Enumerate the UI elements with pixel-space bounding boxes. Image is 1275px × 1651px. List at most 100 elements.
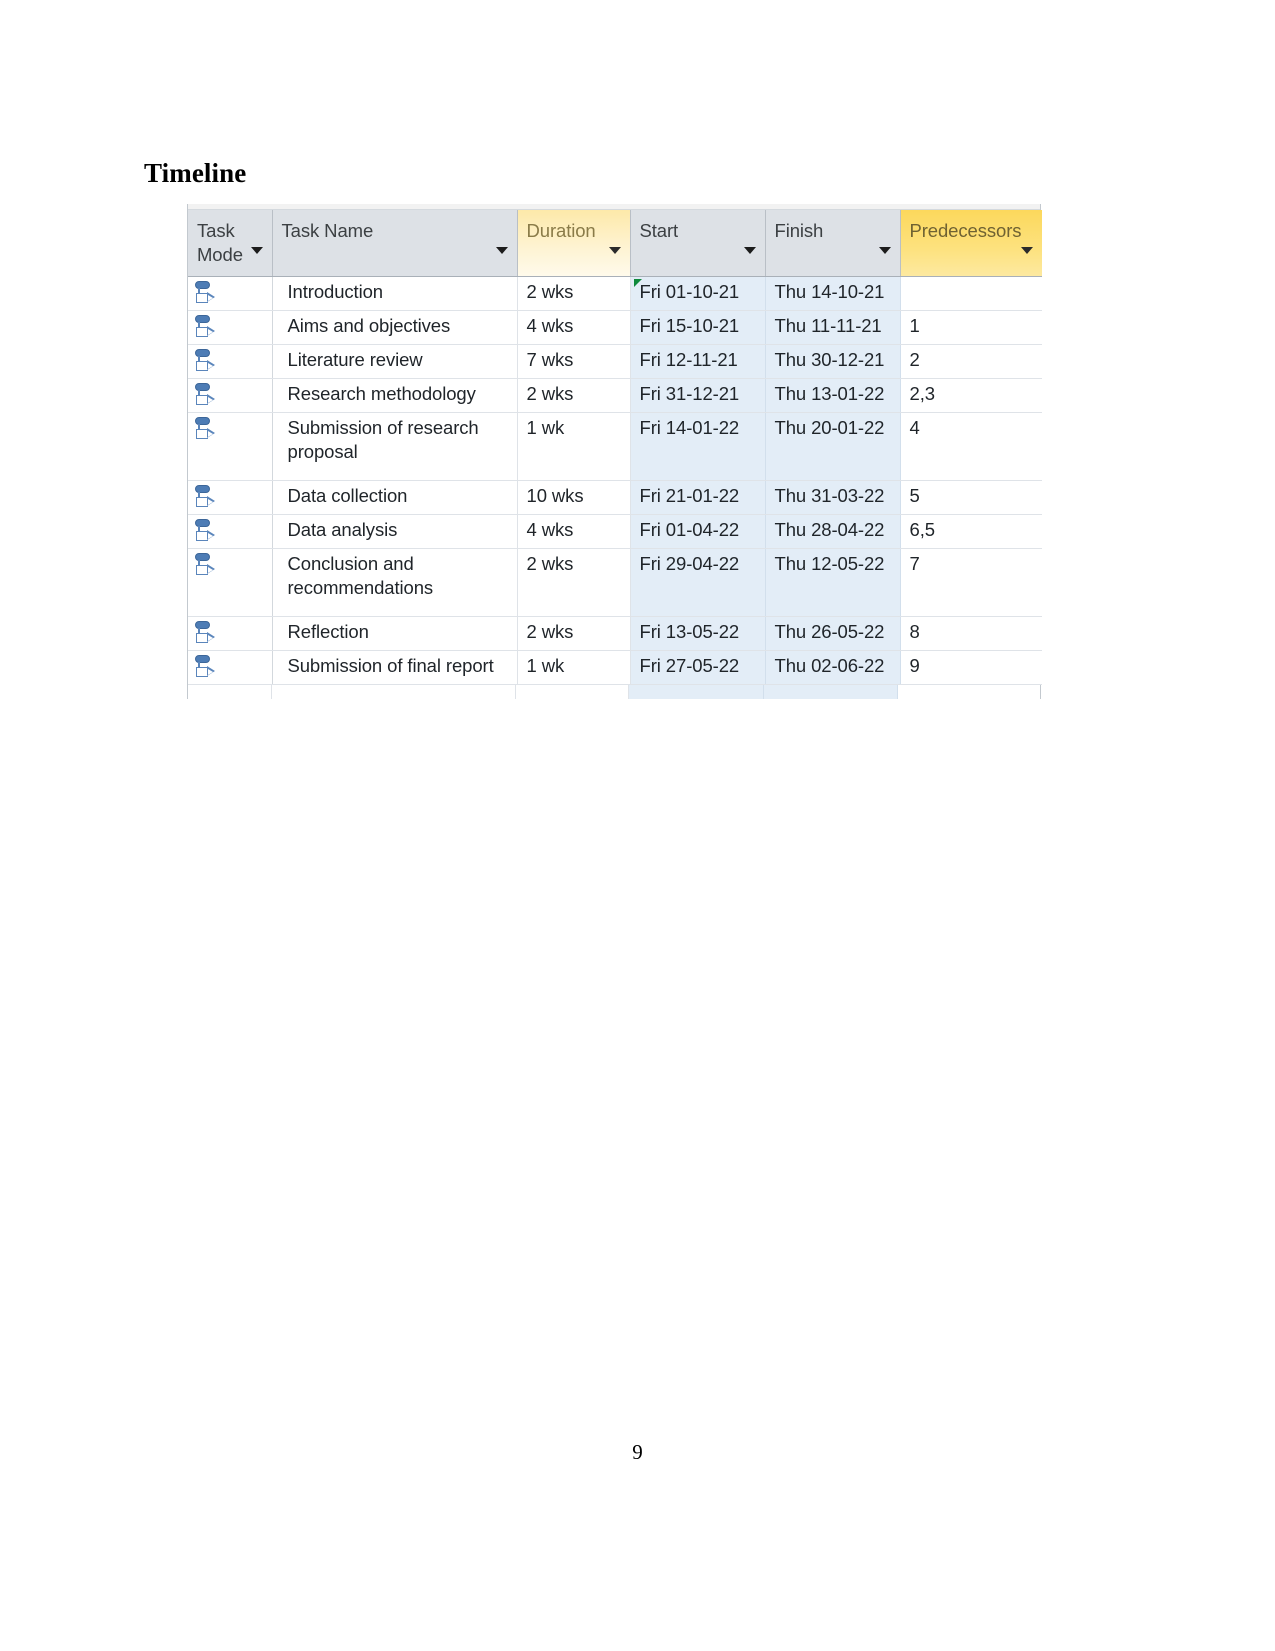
cell-finish[interactable]: Thu 13-01-22	[765, 378, 901, 413]
cell-task-mode[interactable]	[188, 276, 273, 311]
cell-duration[interactable]: 7 wks	[517, 344, 631, 379]
cell-finish[interactable]: Thu 12-05-22	[765, 548, 901, 617]
filter-dropdown-icon[interactable]	[743, 246, 756, 254]
cell-start-text: Fri 14-01-22	[639, 416, 740, 438]
table-row[interactable]: Conclusion and recommendations 2 wks Fri 2…	[188, 548, 1042, 617]
cell-finish[interactable]: Thu 30-12-21	[765, 344, 901, 379]
cell-start[interactable]: Fri 29-04-22	[630, 548, 766, 617]
cell-task-name-text: Research methodology	[287, 382, 476, 404]
cell-duration[interactable]: 10 wks	[517, 480, 631, 515]
cell-predecessors[interactable]: 5	[900, 480, 1042, 515]
cell-task-name[interactable]: Submission of research proposal	[272, 412, 518, 481]
cell-task-mode[interactable]	[188, 548, 273, 617]
table-row[interactable]: Literature review 7 wks Fri 12-11-21 Thu 30…	[188, 344, 1042, 379]
cell-task-name[interactable]: Data collection	[272, 480, 518, 515]
cell-task-name[interactable]: Research methodology	[272, 378, 518, 413]
constraint-indicator-icon	[633, 278, 642, 287]
column-header-task-name[interactable]: Task Name	[272, 210, 518, 277]
filter-dropdown-icon[interactable]	[608, 246, 621, 254]
cell-finish[interactable]: Thu 11-11-21	[765, 310, 901, 345]
cell-finish[interactable]: Thu 14-10-21	[765, 276, 901, 311]
cell-start-text: Fri 29-04-22	[639, 552, 740, 574]
cell-task-mode[interactable]	[188, 344, 273, 379]
auto-scheduled-icon	[194, 552, 215, 577]
cell-finish[interactable]: Thu 26-05-22	[765, 616, 901, 651]
cell-task-mode[interactable]	[188, 310, 273, 345]
cell-task-mode[interactable]	[188, 480, 273, 515]
cell-predecessors[interactable]: 6,5	[900, 514, 1042, 549]
cell-predecessors[interactable]: 4	[900, 412, 1042, 481]
cell-task-mode[interactable]	[188, 616, 273, 651]
filter-dropdown-icon[interactable]	[250, 246, 263, 254]
cell-duration[interactable]: 2 wks	[517, 548, 631, 617]
cell-task-mode[interactable]	[188, 514, 273, 549]
cell-start[interactable]: Fri 01-10-21	[630, 276, 766, 311]
cell-start-text: Fri 21-01-22	[639, 484, 740, 506]
cell-duration[interactable]: 1 wk	[517, 650, 631, 685]
auto-scheduled-icon	[194, 620, 215, 645]
cell-duration[interactable]: 2 wks	[517, 276, 631, 311]
cell-predecessors[interactable]: 7	[900, 548, 1042, 617]
cell-duration[interactable]: 4 wks	[517, 310, 631, 345]
cell-predecessors[interactable]: 8	[900, 616, 1042, 651]
auto-scheduled-icon	[194, 416, 215, 441]
cell-finish[interactable]: Thu 20-01-22	[765, 412, 901, 481]
cell-task-name[interactable]: Aims and objectives	[272, 310, 518, 345]
table-body: Introduction 2 wks Fri 01-10-21 Thu 14-10-2…	[188, 276, 1042, 685]
table-row[interactable]: Introduction 2 wks Fri 01-10-21 Thu 14-10-2…	[188, 276, 1042, 311]
cell-predecessors-text: 5	[909, 484, 920, 506]
cell-task-name[interactable]: Reflection	[272, 616, 518, 651]
table-row[interactable]: Data analysis 4 wks Fri 01-04-22 Thu 28-04-…	[188, 514, 1042, 549]
cell-duration[interactable]: 2 wks	[517, 616, 631, 651]
cell-task-name[interactable]: Introduction	[272, 276, 518, 311]
cell-start[interactable]: Fri 12-11-21	[630, 344, 766, 379]
column-header-finish[interactable]: Finish	[765, 210, 901, 277]
cell-duration[interactable]: 2 wks	[517, 378, 631, 413]
cell-start[interactable]: Fri 27-05-22	[630, 650, 766, 685]
cell-start[interactable]: Fri 14-01-22	[630, 412, 766, 481]
cell-start[interactable]: Fri 31-12-21	[630, 378, 766, 413]
filter-dropdown-icon[interactable]	[878, 246, 891, 254]
cell-duration[interactable]: 1 wk	[517, 412, 631, 481]
cell-task-name[interactable]: Submission of final report	[272, 650, 518, 685]
cell-start[interactable]: Fri 21-01-22	[630, 480, 766, 515]
column-header-label: Duration	[526, 220, 596, 241]
cell-start[interactable]: Fri 01-04-22	[630, 514, 766, 549]
cell-task-name[interactable]: Conclusion and recommendations	[272, 548, 518, 617]
cell-finish[interactable]: Thu 31-03-22	[765, 480, 901, 515]
table-row[interactable]: Aims and objectives 4 wks Fri 15-10-21 Thu …	[188, 310, 1042, 345]
cell-predecessors[interactable]: 2,3	[900, 378, 1042, 413]
table-row[interactable]: Submission of final report 1 wk Fri 27-05-…	[188, 650, 1042, 685]
cell-start[interactable]: Fri 15-10-21	[630, 310, 766, 345]
column-header-start[interactable]: Start	[630, 210, 766, 277]
cell-duration[interactable]: 4 wks	[517, 514, 631, 549]
cell-finish-text: Thu 20-01-22	[774, 416, 885, 438]
cell-task-name[interactable]: Data analysis	[272, 514, 518, 549]
column-header-duration[interactable]: Duration	[517, 210, 631, 277]
cell-predecessors[interactable]: 9	[900, 650, 1042, 685]
cell-finish[interactable]: Thu 02-06-22	[765, 650, 901, 685]
cell-duration-text: 4 wks	[526, 518, 574, 540]
table-row[interactable]: Research methodology 2 wks Fri 31-12-21 Thu…	[188, 378, 1042, 413]
cell-predecessors[interactable]	[900, 276, 1042, 311]
column-header-task-mode[interactable]: Task Mode	[188, 210, 273, 277]
filter-dropdown-icon[interactable]	[1021, 246, 1033, 254]
column-header-predecessors[interactable]: Predecessors	[900, 210, 1042, 277]
cell-task-mode[interactable]	[188, 378, 273, 413]
cell-predecessors[interactable]: 2	[900, 344, 1042, 379]
cell-finish[interactable]: Thu 28-04-22	[765, 514, 901, 549]
cell-task-name[interactable]: Literature review	[272, 344, 518, 379]
table-row[interactable]: Data collection 10 wks Fri 21-01-22 Thu 31-…	[188, 480, 1042, 515]
cell-task-mode[interactable]	[188, 650, 273, 685]
bottom-seg-mode	[188, 684, 272, 699]
cell-duration-text: 7 wks	[526, 348, 574, 370]
table-row[interactable]: Reflection 2 wks Fri 13-05-22 Thu 26-05-22 8	[188, 616, 1042, 651]
cell-start-text: Fri 27-05-22	[639, 654, 740, 676]
cell-predecessors[interactable]: 1	[900, 310, 1042, 345]
table-row[interactable]: Submission of research proposal 1 wk Fri 1…	[188, 412, 1042, 481]
cell-task-mode[interactable]	[188, 412, 273, 481]
cell-duration-text: 2 wks	[526, 620, 574, 642]
filter-dropdown-icon[interactable]	[495, 246, 508, 254]
cell-start[interactable]: Fri 13-05-22	[630, 616, 766, 651]
cell-task-name-text: Aims and objectives	[287, 314, 451, 336]
